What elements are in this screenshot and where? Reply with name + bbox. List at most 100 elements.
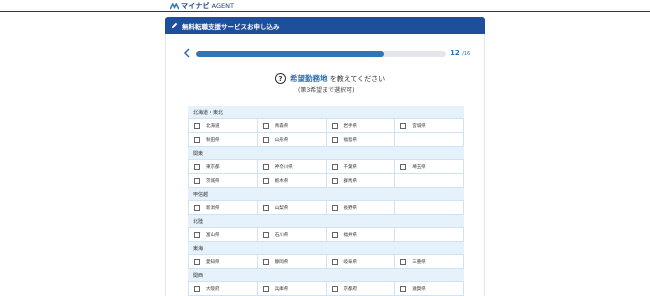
prefecture-label: 長野県 <box>343 205 358 211</box>
prefecture-label: 栃木県 <box>274 178 289 184</box>
region-header: 関西 <box>188 269 464 282</box>
prefecture-option[interactable]: 東京都 <box>189 160 258 173</box>
question-highlight: 希望勤務地 <box>290 74 328 83</box>
prefecture-row: 大阪府 兵庫県 京都府 滋賀県 <box>188 282 464 296</box>
prefecture-label: 京都府 <box>343 286 358 292</box>
prefecture-option[interactable]: 三重県 <box>395 255 464 268</box>
question-subtext: (第3希望まで選択可) <box>298 87 355 94</box>
prefecture-checkbox[interactable] <box>331 136 338 143</box>
prefecture-grid: 北海道・東北 北海道 青森県 岩手県 宮城県秋田県 山形県 福島県関東東京都 神奈川県 千葉県 埼… <box>188 106 464 296</box>
prefecture-option[interactable]: 栃木県 <box>258 174 327 187</box>
prefecture-checkbox[interactable] <box>400 258 407 265</box>
prefecture-checkbox[interactable] <box>262 204 269 211</box>
prefecture-row: 茨城県 栃木県 群馬県 <box>188 174 464 188</box>
progress-bar <box>196 51 446 57</box>
prefecture-option[interactable]: 滋賀県 <box>395 282 464 295</box>
prefecture-option[interactable]: 岩手県 <box>327 119 396 132</box>
prefecture-checkbox[interactable] <box>194 258 200 265</box>
region-header: 東海 <box>188 242 464 255</box>
empty-cell <box>395 201 464 214</box>
prefecture-label: 静岡県 <box>274 259 289 265</box>
prefecture-label: 愛知県 <box>206 259 220 265</box>
prefecture-checkbox[interactable] <box>194 136 200 143</box>
prefecture-option[interactable]: 静岡県 <box>258 255 327 268</box>
prefecture-option[interactable]: 福島県 <box>327 133 396 146</box>
prefecture-label: 埼玉県 <box>412 164 426 170</box>
prefecture-checkbox[interactable] <box>262 122 269 129</box>
prefecture-checkbox[interactable] <box>194 204 200 211</box>
prefecture-option[interactable]: 山梨県 <box>258 201 327 214</box>
prefecture-option[interactable]: 山形県 <box>258 133 327 146</box>
prefecture-option[interactable]: 福井県 <box>327 228 396 241</box>
prefecture-label: 福島県 <box>343 137 358 143</box>
prefecture-option[interactable]: 茨城県 <box>189 174 258 187</box>
region-header: 北海道・東北 <box>188 106 464 119</box>
prefecture-checkbox[interactable] <box>331 122 338 129</box>
prefecture-option[interactable]: 富山県 <box>189 228 258 241</box>
prefecture-checkbox[interactable] <box>400 122 407 129</box>
prefecture-checkbox[interactable] <box>331 231 338 238</box>
prefecture-option[interactable]: 大阪府 <box>189 282 258 295</box>
prefecture-option[interactable]: 宮城県 <box>395 119 464 132</box>
step-indicator: 12 /16 <box>450 49 470 57</box>
prefecture-option[interactable]: 青森県 <box>258 119 327 132</box>
empty-cell <box>395 174 464 187</box>
prefecture-checkbox[interactable] <box>194 231 200 238</box>
prefecture-option[interactable]: 秋田県 <box>189 133 258 146</box>
empty-cell <box>395 133 464 146</box>
form-title: 無料転職支援サービスお申し込み <box>182 22 280 31</box>
prefecture-checkbox[interactable] <box>331 285 338 292</box>
prefecture-option[interactable]: 埼玉県 <box>395 160 464 173</box>
question-icon: ? <box>275 73 286 84</box>
prefecture-checkbox[interactable] <box>262 177 269 184</box>
prefecture-row: 秋田県 山形県 福島県 <box>188 133 464 147</box>
prefecture-row: 東京都 神奈川県 千葉県 埼玉県 <box>188 160 464 174</box>
prefecture-option[interactable]: 長野県 <box>327 201 396 214</box>
prefecture-label: 秋田県 <box>206 137 220 143</box>
prefecture-option[interactable]: 愛知県 <box>189 255 258 268</box>
prefecture-row: 富山県 石川県 福井県 <box>188 228 464 242</box>
top-bar: マイナビ AGENT <box>0 0 650 12</box>
prefecture-option[interactable]: 神奈川県 <box>258 160 327 173</box>
prefecture-option[interactable]: 群馬県 <box>327 174 396 187</box>
prefecture-option[interactable]: 石川県 <box>258 228 327 241</box>
prefecture-checkbox[interactable] <box>262 285 269 292</box>
prefecture-option[interactable]: 新潟県 <box>189 201 258 214</box>
prefecture-row: 新潟県 山梨県 長野県 <box>188 201 464 215</box>
prefecture-option[interactable]: 京都府 <box>327 282 396 295</box>
mynavi-agent-logo[interactable]: マイナビ AGENT <box>170 1 234 11</box>
prefecture-checkbox[interactable] <box>262 136 269 143</box>
prefecture-label: 富山県 <box>206 232 220 238</box>
logo-sub: AGENT <box>211 2 234 10</box>
prefecture-option[interactable]: 岐阜県 <box>327 255 396 268</box>
prefecture-label: 山梨県 <box>274 205 289 211</box>
prefecture-option[interactable]: 兵庫県 <box>258 282 327 295</box>
prefecture-label: 東京都 <box>206 164 220 170</box>
prefecture-checkbox[interactable] <box>194 285 200 292</box>
logo-brand: マイナビ <box>181 2 210 10</box>
prefecture-checkbox[interactable] <box>331 163 338 170</box>
prefecture-checkbox[interactable] <box>262 258 269 265</box>
prefecture-row: 北海道 青森県 岩手県 宮城県 <box>188 119 464 133</box>
prefecture-checkbox[interactable] <box>194 163 200 170</box>
prefecture-checkbox[interactable] <box>194 177 200 184</box>
region-header: 関東 <box>188 147 464 160</box>
prefecture-checkbox[interactable] <box>400 163 407 170</box>
prefecture-label: 千葉県 <box>343 164 358 170</box>
prefecture-checkbox[interactable] <box>331 258 338 265</box>
prefecture-checkbox[interactable] <box>400 285 407 292</box>
prefecture-checkbox[interactable] <box>331 204 338 211</box>
prefecture-label: 石川県 <box>274 232 289 238</box>
pencil-icon <box>171 22 178 29</box>
prefecture-checkbox[interactable] <box>331 177 338 184</box>
prefecture-label: 群馬県 <box>343 178 358 184</box>
prefecture-label: 青森県 <box>274 123 289 129</box>
prefecture-checkbox[interactable] <box>194 122 200 129</box>
prefecture-checkbox[interactable] <box>262 231 269 238</box>
prefecture-option[interactable]: 北海道 <box>189 119 258 132</box>
chevron-left-icon[interactable] <box>183 48 191 58</box>
prefecture-checkbox[interactable] <box>262 163 269 170</box>
prefecture-label: 新潟県 <box>206 205 220 211</box>
question-rest: を教えてください <box>329 75 386 83</box>
prefecture-option[interactable]: 千葉県 <box>327 160 396 173</box>
